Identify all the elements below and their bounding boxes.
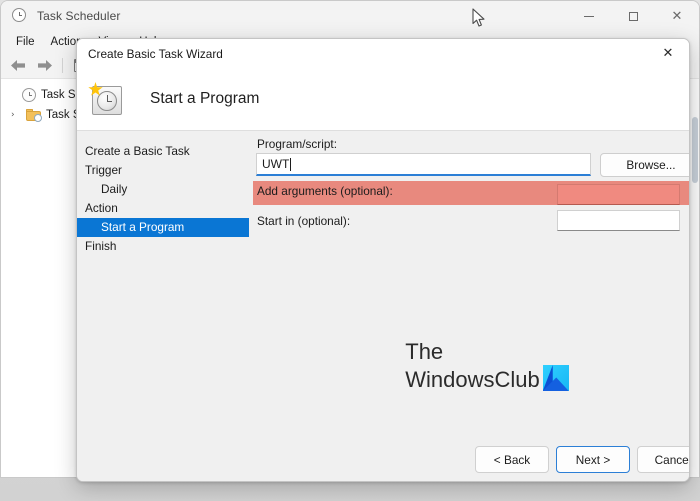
wizard-footer-buttons: < Back Next > Cancel: [77, 438, 690, 482]
wizard-body: Create a Basic Task Trigger Daily Action…: [77, 131, 689, 482]
console-scrollbar[interactable]: [689, 79, 699, 478]
back-button[interactable]: < Back: [475, 446, 549, 473]
forward-arrow-icon[interactable]: [33, 56, 55, 76]
close-button[interactable]: ✕: [655, 1, 699, 31]
text-caret: [290, 158, 291, 171]
menu-file[interactable]: File: [9, 34, 42, 50]
folder-icon: [26, 109, 41, 121]
wizard-header: Start a Program: [77, 68, 689, 131]
next-button[interactable]: Next >: [556, 446, 630, 473]
watermark-line-2: WindowsClub: [405, 367, 540, 392]
step-trigger[interactable]: Trigger: [77, 161, 253, 180]
wizard-step-list: Create a Basic Task Trigger Daily Action…: [77, 131, 253, 482]
main-titlebar: Task Scheduler ✕: [1, 1, 699, 31]
desktop-background: Task Scheduler ✕ File Action View Help: [0, 0, 700, 501]
wizard-close-button[interactable]: ✕: [647, 39, 689, 68]
wizard-title: Create Basic Task Wizard: [88, 47, 223, 61]
window-title: Task Scheduler: [37, 9, 120, 23]
minimize-button[interactable]: [567, 1, 611, 31]
start-in-input[interactable]: [557, 210, 680, 231]
clock-icon: [12, 8, 28, 24]
start-in-label: Start in (optional):: [257, 214, 350, 228]
windowsclub-logo-icon: [543, 365, 569, 391]
toolbar-separator: [62, 58, 63, 73]
mouse-cursor: [472, 8, 486, 28]
program-script-value: UWT: [262, 157, 289, 171]
back-arrow-icon[interactable]: [7, 56, 29, 76]
watermark-line-1: The: [405, 339, 569, 365]
add-arguments-label: Add arguments (optional):: [257, 184, 393, 198]
task-calendar-clock-icon: [88, 82, 124, 116]
maximize-button[interactable]: [611, 1, 655, 31]
add-arguments-input[interactable]: [557, 184, 680, 205]
clock-icon: [22, 88, 36, 102]
step-create-a-basic-task[interactable]: Create a Basic Task: [77, 142, 253, 161]
window-controls: ✕: [567, 1, 699, 31]
step-start-a-program[interactable]: Start a Program: [77, 218, 249, 237]
step-finish[interactable]: Finish: [77, 237, 253, 256]
program-script-label: Program/script:: [257, 137, 337, 151]
create-basic-task-wizard-dialog: Create Basic Task Wizard ✕ Start a Progr…: [76, 38, 690, 482]
chevron-right-icon[interactable]: ›: [11, 110, 21, 120]
watermark-text: The WindowsClub: [405, 339, 569, 392]
program-script-input[interactable]: UWT: [256, 153, 591, 176]
step-daily[interactable]: Daily: [77, 180, 253, 199]
scrollbar-thumb[interactable]: [692, 117, 698, 183]
step-action[interactable]: Action: [77, 199, 253, 218]
wizard-page-title: Start a Program: [150, 90, 259, 108]
wizard-fields: Program/script: UWT Browse... Add argume…: [253, 131, 689, 482]
watermark: The WindowsClub: [277, 326, 690, 406]
wizard-titlebar: Create Basic Task Wizard ✕: [77, 39, 689, 68]
cancel-button[interactable]: Cancel: [637, 446, 690, 473]
browse-button[interactable]: Browse...: [600, 153, 690, 177]
